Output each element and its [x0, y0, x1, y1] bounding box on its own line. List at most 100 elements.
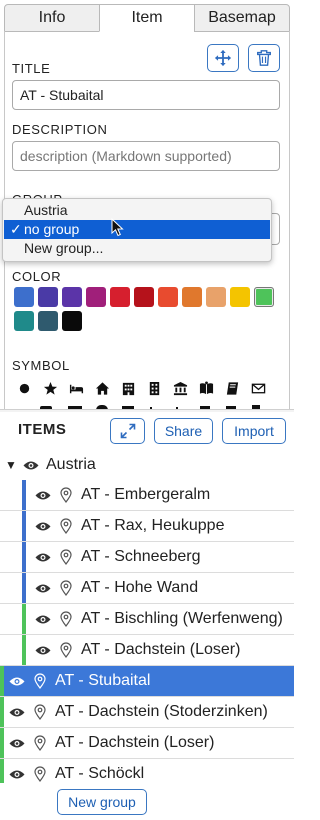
import-button[interactable]: Import — [222, 418, 286, 444]
group-dropdown-menu: Austria ✓ no group New group... — [2, 198, 272, 262]
list-item[interactable]: AT - Rax, Heukuppe — [0, 511, 294, 542]
mouse-cursor-icon — [111, 218, 124, 237]
tab-item[interactable]: Item — [99, 4, 195, 32]
share-button[interactable]: Share — [154, 418, 213, 444]
color-swatch[interactable] — [38, 287, 58, 307]
item-color-bar — [22, 480, 26, 510]
eye-icon[interactable] — [9, 769, 25, 780]
delete-button[interactable] — [248, 44, 280, 72]
map-pin-icon — [60, 518, 72, 534]
map-pin-icon — [34, 735, 46, 751]
item-label: AT - Schöckl — [55, 765, 145, 782]
item-color-bar — [0, 697, 4, 727]
list-item[interactable]: AT - Schneeberg — [0, 542, 294, 573]
building-icon[interactable] — [118, 378, 138, 398]
title-label: TITLE — [12, 61, 51, 76]
expand-button[interactable] — [110, 418, 145, 444]
home-icon[interactable] — [92, 378, 112, 398]
list-item[interactable]: AT - Bischling (Werfenweng) — [0, 604, 294, 635]
item-color-bar — [22, 635, 26, 665]
eye-icon[interactable] — [9, 707, 25, 718]
symbol-picker — [16, 376, 286, 410]
color-swatch[interactable] — [14, 311, 34, 331]
caret-down-icon[interactable]: ▼ — [5, 458, 17, 472]
eye-icon[interactable] — [35, 583, 51, 594]
group-option-no-group[interactable]: ✓ no group — [4, 220, 270, 239]
bank-icon[interactable] — [170, 378, 190, 398]
tab-info[interactable]: Info — [4, 4, 100, 32]
item-label: AT - Embergeralm — [81, 486, 211, 503]
bed-icon[interactable] — [66, 378, 86, 398]
item-label: AT - Dachstein (Loser) — [55, 734, 215, 751]
item-color-bar — [22, 511, 26, 541]
color-swatch[interactable] — [62, 287, 82, 307]
office-icon[interactable] — [144, 378, 164, 398]
new-group-button[interactable]: New group — [57, 789, 147, 815]
item-color-bar — [0, 666, 4, 696]
color-label: COLOR — [12, 269, 62, 284]
item-label: AT - Stubaital — [55, 672, 151, 689]
item-color-bar — [22, 573, 26, 603]
checkmark-icon: ✓ — [10, 221, 22, 237]
list-item[interactable]: AT - Dachstein (Loser) — [0, 635, 294, 666]
star-icon[interactable] — [40, 378, 60, 398]
list-item[interactable]: AT - Embergeralm — [0, 480, 294, 511]
map-pin-icon — [60, 580, 72, 596]
move-arrows-icon — [214, 49, 232, 67]
map-pin-icon — [60, 549, 72, 565]
items-footer: New group — [0, 783, 294, 820]
color-swatch[interactable] — [254, 287, 274, 307]
book-open-icon[interactable] — [196, 378, 216, 398]
eye-icon[interactable] — [23, 460, 39, 471]
list-item[interactable]: AT - Dachstein (Stoderzinken) — [0, 697, 294, 728]
eye-icon[interactable] — [35, 645, 51, 656]
color-swatch[interactable] — [14, 287, 34, 307]
trash-icon — [257, 50, 271, 66]
move-button[interactable] — [207, 44, 239, 72]
group-option-austria[interactable]: Austria — [4, 201, 270, 220]
item-label: AT - Dachstein (Stoderzinken) — [55, 703, 268, 720]
eye-icon[interactable] — [9, 738, 25, 749]
group-option-new-group[interactable]: New group... — [4, 239, 270, 258]
item-label: AT - Dachstein (Loser) — [81, 641, 241, 658]
color-swatch[interactable] — [182, 287, 202, 307]
list-item[interactable]: AT - Dachstein (Loser) — [0, 728, 294, 759]
map-pin-icon — [60, 611, 72, 627]
description-input[interactable] — [12, 141, 280, 171]
map-pin-icon — [34, 766, 46, 782]
circle-icon[interactable] — [16, 378, 34, 398]
color-swatch[interactable] — [158, 287, 178, 307]
item-color-bar — [22, 542, 26, 572]
group-name: Austria — [46, 456, 96, 473]
list-item[interactable]: AT - Hohe Wand — [0, 573, 294, 604]
description-label: DESCRIPTION — [12, 122, 108, 137]
map-pin-icon — [34, 704, 46, 720]
eye-icon[interactable] — [35, 490, 51, 501]
eye-icon[interactable] — [35, 614, 51, 625]
expand-icon — [120, 423, 135, 439]
tab-basemap[interactable]: Basemap — [194, 4, 290, 32]
color-swatch[interactable] — [110, 287, 130, 307]
map-pin-icon — [60, 487, 72, 503]
item-label: AT - Hohe Wand — [81, 579, 199, 596]
item-label: AT - Schneeberg — [81, 548, 201, 565]
eye-icon[interactable] — [9, 676, 25, 687]
color-swatch[interactable] — [206, 287, 226, 307]
title-input[interactable] — [12, 80, 280, 110]
color-swatch[interactable] — [230, 287, 250, 307]
color-swatch[interactable] — [62, 311, 82, 331]
eye-icon[interactable] — [35, 521, 51, 532]
group-row-austria[interactable]: ▼ Austria — [0, 450, 294, 480]
color-swatch[interactable] — [38, 311, 58, 331]
item-label: AT - Bischling (Werfenweng) — [81, 610, 283, 627]
item-label: AT - Rax, Heukuppe — [81, 517, 225, 534]
book-icon[interactable] — [222, 378, 242, 398]
eye-icon[interactable] — [35, 552, 51, 563]
item-color-bar — [0, 728, 4, 758]
panel-divider[interactable] — [0, 409, 294, 412]
color-swatch[interactable] — [134, 287, 154, 307]
list-item[interactable]: AT - Stubaital — [0, 666, 294, 697]
mail-icon[interactable] — [248, 378, 268, 398]
color-swatch[interactable] — [86, 287, 106, 307]
group-option-label: no group — [24, 221, 80, 237]
